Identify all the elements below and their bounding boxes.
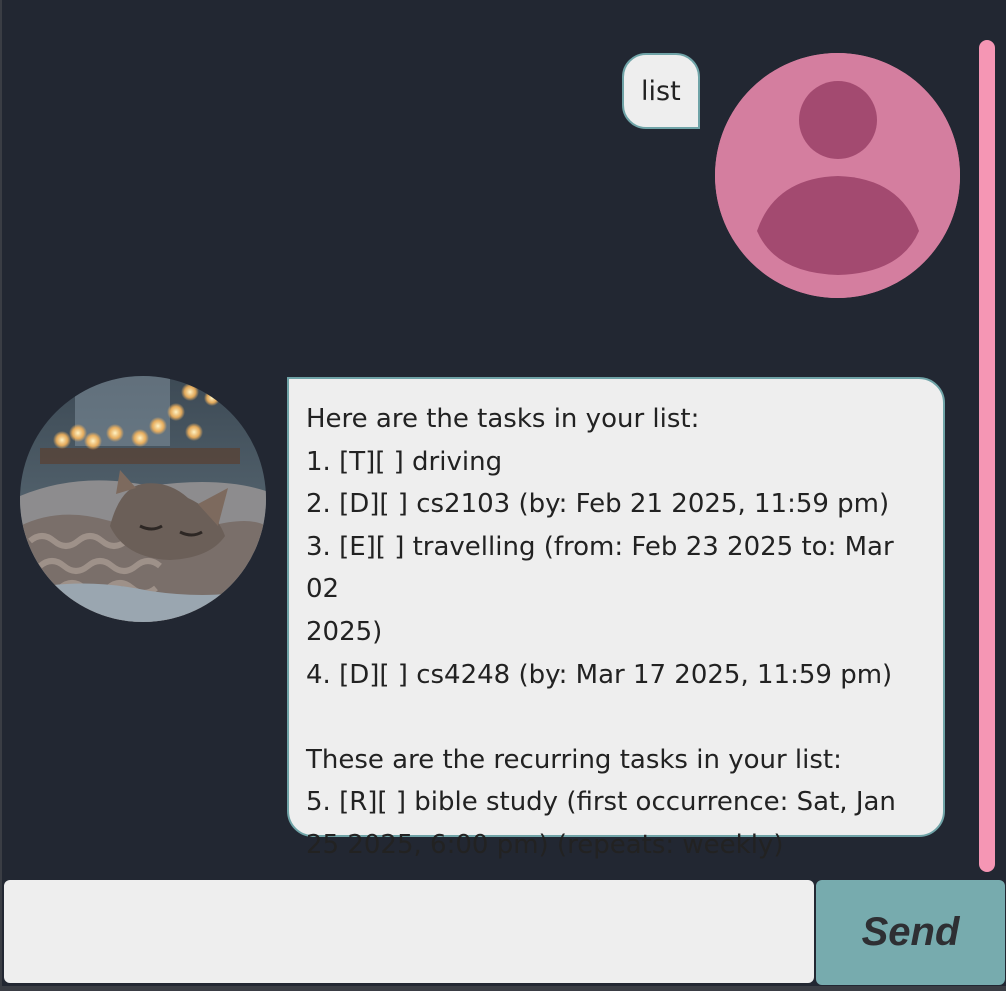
bot-message-line: 3. [E][ ] travelling (from: Feb 23 2025 … bbox=[306, 531, 902, 605]
chat-scroll-area[interactable]: list Here are the tasks in your list: 1.… bbox=[2, 0, 1006, 878]
bot-message-line: These are the recurring tasks in your li… bbox=[306, 744, 842, 775]
bot-message-bubble: Here are the tasks in your list: 1. [T][… bbox=[287, 377, 945, 860]
chat-scrollbar[interactable] bbox=[979, 40, 997, 872]
user-message-text: list bbox=[641, 75, 681, 107]
chat-window: list Here are the tasks in your list: 1.… bbox=[0, 0, 1006, 991]
bot-message-line: Here are the tasks in your list: bbox=[306, 404, 700, 434]
bot-message-line: 1. [T][ ] driving bbox=[306, 446, 503, 477]
chat-scrollbar-thumb[interactable] bbox=[979, 40, 995, 872]
bot-message-line: 25 2025, 6:00 pm) (repeats: weekly) bbox=[306, 829, 784, 860]
sleeping-cat-avatar bbox=[20, 376, 266, 622]
bot-message-line: 4. [D][ ] cs4248 (by: Mar 17 2025, 11:59… bbox=[306, 659, 893, 690]
message-input[interactable] bbox=[4, 880, 814, 983]
bot-avatar bbox=[20, 376, 266, 622]
input-bar: Send bbox=[2, 878, 1006, 991]
bot-message-line: 2. [D][ ] cs2103 (by: Feb 21 2025, 11:59… bbox=[306, 489, 890, 520]
user-silhouette-icon bbox=[715, 53, 960, 298]
bot-message-line: 5. [R][ ] bible study (first occurrence:… bbox=[306, 787, 896, 818]
send-button[interactable]: Send bbox=[816, 880, 1005, 985]
bot-message-line: 2025) bbox=[306, 616, 383, 647]
user-message-bubble: list bbox=[622, 53, 700, 129]
window-bottom-border bbox=[2, 986, 1006, 991]
bot-message-line bbox=[306, 696, 927, 739]
user-avatar bbox=[715, 53, 960, 298]
